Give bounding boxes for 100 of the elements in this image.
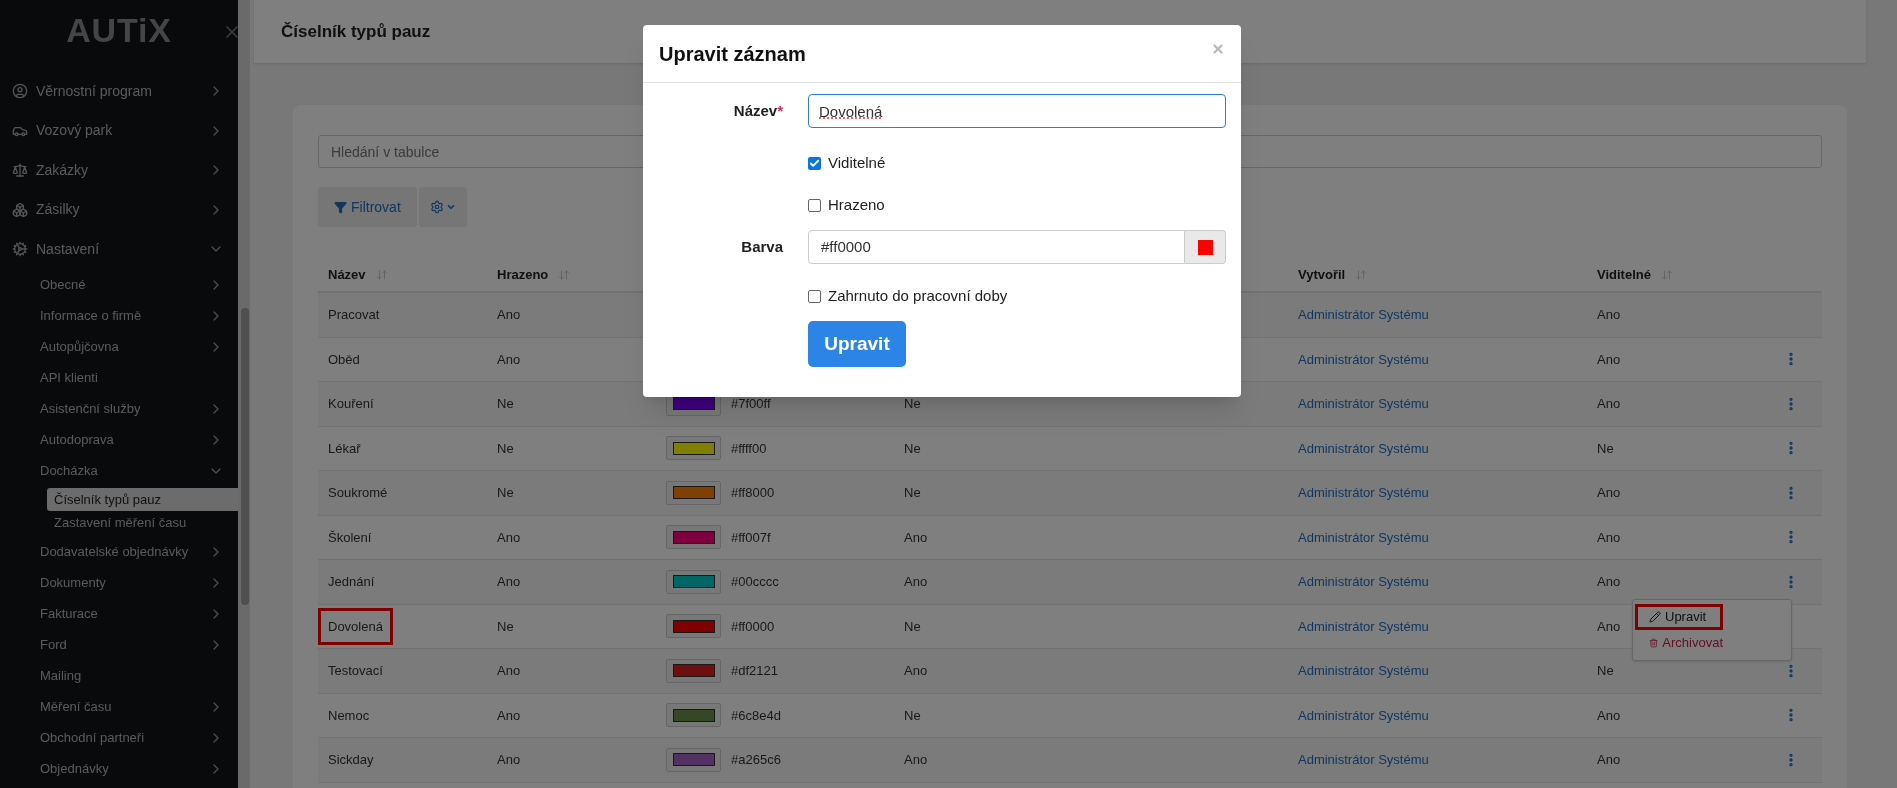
color-swatch: [666, 525, 721, 550]
sidebar-subitem[interactable]: Zastavení měření času: [47, 511, 238, 534]
table-cell: Ano: [1597, 618, 1621, 634]
creator-link[interactable]: Administrátor Systému: [1298, 663, 1429, 678]
creator-link[interactable]: Administrátor Systému: [1298, 529, 1429, 545]
table-cell: Ano: [497, 307, 521, 322]
table-cell: Ano: [904, 529, 928, 545]
sidebar-subitem[interactable]: API klienti: [0, 362, 238, 393]
sort-icon[interactable]: [1660, 268, 1673, 281]
table-cell: Ne: [904, 485, 921, 500]
settings-button[interactable]: [418, 187, 467, 227]
table-cell-text: #a265c6: [731, 751, 781, 769]
sort-icon[interactable]: [558, 268, 571, 281]
sidebar-item[interactable]: Zakázky: [0, 150, 238, 190]
table-cell: Ano: [497, 529, 521, 545]
table-cell: Ne: [497, 485, 514, 500]
table-cell: Ano: [904, 574, 928, 589]
table-cell-text: #ff007f: [731, 528, 771, 547]
creator-link[interactable]: Administrátor Systému: [1298, 440, 1429, 456]
name-input[interactable]: Dovolená: [808, 94, 1226, 128]
column-header[interactable]: Vytvořil: [1298, 264, 1346, 285]
sidebar-subitem[interactable]: Mailing: [0, 660, 238, 691]
color-swatch: [666, 569, 721, 594]
column-header[interactable]: Viditelné: [1597, 264, 1651, 285]
scrollbar[interactable]: [238, 0, 250, 788]
sidebar-subitem[interactable]: Číselník typů pauz: [47, 488, 238, 511]
sort-icon[interactable]: [1355, 268, 1368, 281]
color-swatch: [666, 614, 721, 639]
creator-link[interactable]: Administrátor Systému: [1298, 396, 1429, 411]
pencil-icon: [1649, 610, 1661, 623]
sidebar-subitem[interactable]: Ford: [0, 629, 238, 660]
table-cell-text: #00cccc: [731, 573, 779, 591]
creator-link[interactable]: Administrátor Systému: [1298, 618, 1429, 634]
sidebar-item[interactable]: Věrnostní program: [0, 71, 238, 111]
sidebar-subitem[interactable]: Autodoprava: [0, 424, 238, 455]
user-icon: [12, 83, 28, 100]
caret-icon: [445, 202, 456, 212]
submit-button[interactable]: Upravit: [808, 321, 906, 367]
sidebar-subitem[interactable]: Obchodní partneři: [0, 722, 238, 753]
sidebar-subitem[interactable]: Dokumenty: [0, 567, 238, 598]
creator-link[interactable]: Administrátor Systému: [1298, 752, 1429, 767]
column-header[interactable]: Hrazeno: [497, 264, 549, 285]
color-swatch: [666, 436, 721, 461]
sidebar-subitem[interactable]: Dodavatelské objednávky: [0, 536, 238, 567]
table-cell: Ne: [904, 618, 921, 634]
color-swatch: [666, 480, 721, 505]
column-header[interactable]: Název: [328, 264, 366, 285]
sort-icon[interactable]: [375, 268, 388, 281]
creator-link[interactable]: Administrátor Systému: [1298, 707, 1429, 723]
table-cell: Ano: [904, 663, 928, 678]
creator-link[interactable]: Administrátor Systému: [1298, 351, 1429, 367]
color-swatch: [666, 747, 721, 772]
field-label: Barva: [741, 236, 783, 257]
table-cell-text: Sickday: [327, 751, 375, 769]
creator-link[interactable]: Administrátor Systému: [1298, 574, 1429, 589]
table-cell-text: Soukromé: [327, 484, 389, 502]
table-cell: Ano: [497, 351, 521, 367]
table-cell: Ne: [904, 396, 921, 411]
dialog-title: Upravit záznam: [659, 41, 806, 67]
trash-icon: [1649, 636, 1659, 649]
settings-icon: [429, 200, 444, 214]
checkbox[interactable]: [808, 198, 821, 212]
required-mark: *: [777, 100, 783, 121]
table-cell-text: Jednání: [327, 573, 376, 591]
menu-item[interactable]: Archivovat: [1635, 629, 1723, 656]
scale-icon: [12, 162, 28, 179]
table-cell-text: #ffff00: [731, 439, 767, 458]
sidebar-subitem[interactable]: Obecné: [0, 269, 238, 300]
table-cell: Ano: [1597, 307, 1621, 322]
logo: AUTiX: [66, 9, 172, 51]
sidebar-subitem[interactable]: Docházka: [0, 455, 238, 486]
table-cell: Ne: [904, 440, 921, 456]
color-input[interactable]: #ff0000: [808, 230, 1185, 264]
table-cell: Ano: [497, 752, 521, 767]
checkbox[interactable]: [808, 289, 821, 303]
close-icon[interactable]: [1211, 41, 1225, 56]
sidebar-subitem[interactable]: Asistenční služby: [0, 393, 238, 424]
table-cell: Ano: [497, 707, 521, 723]
checkbox[interactable]: [808, 156, 821, 170]
sidebar-subitem[interactable]: Objednávky: [0, 753, 238, 784]
table-cell: Ano: [1597, 396, 1621, 411]
table-cell-text: #df2121: [731, 662, 778, 680]
boxes-icon: [12, 201, 28, 218]
sidebar-item[interactable]: Nastavení: [0, 229, 238, 269]
checkbox-label: Viditelné: [828, 152, 886, 173]
creator-link[interactable]: Administrátor Systému: [1298, 485, 1429, 500]
creator-link[interactable]: Administrátor Systému: [1298, 307, 1429, 322]
filter-button[interactable]: Filtrovat: [318, 187, 417, 227]
sidebar-subitem[interactable]: Fakturace: [0, 598, 238, 629]
menu-item[interactable]: Upravit: [1635, 603, 1723, 630]
table-cell: Ano: [1597, 529, 1621, 545]
sidebar-subitem[interactable]: Informace o firmě: [0, 300, 238, 331]
checkbox-label: Zahrnuto do pracovní doby: [828, 285, 1008, 306]
sidebar-item[interactable]: Zásilky: [0, 190, 238, 230]
color-swatch: [666, 658, 721, 683]
sidebar-subitem[interactable]: Měření času: [0, 691, 238, 722]
sidebar-item[interactable]: Vozový park: [0, 111, 238, 151]
table-cell-text: Nemoc: [327, 706, 371, 725]
color-picker-button[interactable]: [1185, 230, 1226, 264]
sidebar-subitem[interactable]: Autopůjčovna: [0, 331, 238, 362]
